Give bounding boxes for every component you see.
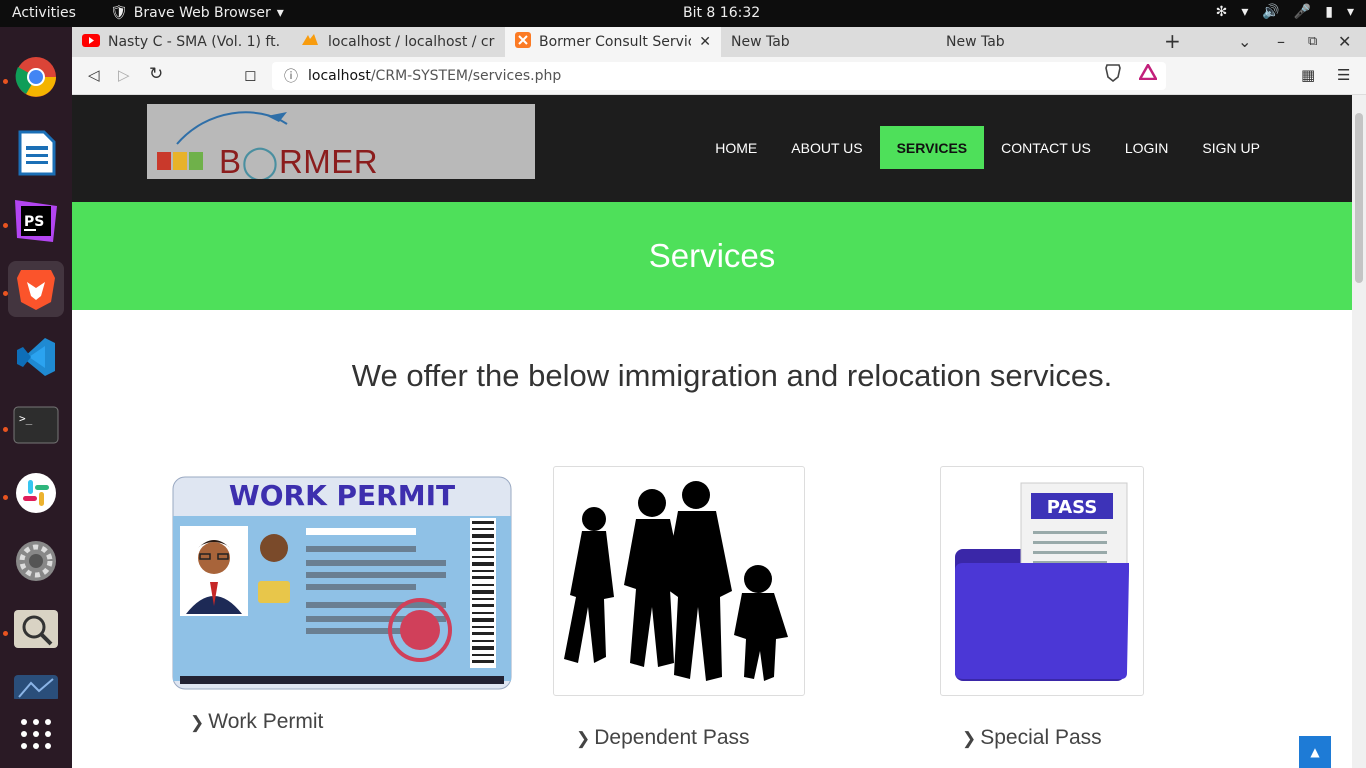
pass-image-text: PASS (1047, 497, 1098, 518)
phpmyadmin-icon (300, 33, 320, 51)
nav-login[interactable]: LOGIN (1108, 126, 1186, 169)
chevron-right-icon: ❯ (190, 713, 205, 732)
forward-arrow-icon[interactable]: ▷ (118, 66, 130, 84)
chevron-right-icon: ❯ (576, 729, 591, 748)
close-tab-icon[interactable]: ✕ (699, 34, 711, 50)
page-title: Services (648, 237, 776, 274)
battery-icon[interactable]: ▮ (1325, 4, 1333, 20)
maximize-window-icon[interactable]: ⧉ (1308, 34, 1317, 49)
card-label-work-permit[interactable]: ❯ Work Permit (190, 710, 323, 734)
reload-icon[interactable]: ↻ (149, 64, 163, 84)
clock[interactable]: Bit 8 16:32 (683, 5, 760, 21)
tab-title: Nasty C - SMA (Vol. 1) ft. Ro (108, 34, 280, 50)
url-host: localhost (308, 68, 371, 84)
system-top-bar: Activities 🛡 Brave Web Browser ▾ Bit 8 1… (0, 0, 1366, 27)
site-header: B◯RMER CONSULT HOME ABOUT US SERVICES CO… (72, 95, 1352, 202)
site-info-icon[interactable]: ⓘ (284, 66, 298, 86)
tab-phpmyadmin[interactable]: localhost / localhost / crm (290, 27, 505, 57)
tab-bormer-consult[interactable]: Bormer Consult Servic ✕ (505, 27, 721, 57)
scrollbar-thumb[interactable] (1355, 113, 1363, 283)
page-viewport: B◯RMER CONSULT HOME ABOUT US SERVICES CO… (72, 95, 1352, 768)
brave-shields-icon[interactable] (1105, 64, 1121, 86)
tab-strip: Nasty C - SMA (Vol. 1) ft. Ro localhost … (72, 27, 1366, 57)
card-label-dependent-pass[interactable]: ❯ Dependent Pass (576, 726, 750, 750)
work-permit-image[interactable]: WORK PERMIT (172, 476, 512, 691)
slack-tray-icon[interactable]: ✻ (1216, 4, 1228, 20)
dock: PS >_ (0, 27, 72, 768)
browser-toolbar: ◁ ▷ ↻ ◻ ⓘ localhost /CRM-SYSTEM/services… (72, 57, 1366, 95)
nav-sign-up[interactable]: SIGN UP (1185, 126, 1277, 169)
new-tab-plus-icon[interactable]: + (1164, 29, 1181, 53)
nav-home[interactable]: HOME (698, 126, 774, 169)
show-apps-icon[interactable] (8, 706, 64, 762)
nav-contact-us[interactable]: CONTACT US (984, 126, 1108, 169)
back-arrow-icon[interactable]: ◁ (88, 66, 100, 84)
address-bar[interactable]: ⓘ localhost /CRM-SYSTEM/services.php (272, 62, 1166, 90)
main-nav: HOME ABOUT US SERVICES CONTACT US LOGIN … (698, 126, 1277, 169)
wifi-icon[interactable]: ▾ (1241, 4, 1248, 20)
system-tray[interactable]: ✻ ▾ 🔊 🎤 ▮ ▾ (1216, 4, 1354, 20)
settings-icon[interactable] (8, 533, 64, 589)
tab-title: New Tab (946, 34, 1005, 50)
tab-title: New Tab (731, 34, 790, 50)
card-label-special-pass[interactable]: ❯ Special Pass (962, 726, 1102, 750)
tab-list-chevron-icon[interactable]: ⌄ (1238, 32, 1251, 51)
work-permit-image-text: WORK PERMIT (229, 479, 455, 512)
app-menu-label: Brave Web Browser (133, 5, 271, 21)
page-scrollbar[interactable] (1352, 95, 1366, 768)
browser-window: Nasty C - SMA (Vol. 1) ft. Ro localhost … (72, 27, 1366, 768)
phpstorm-icon[interactable]: PS (8, 193, 64, 249)
chevron-up-icon: ▲ (1310, 745, 1320, 759)
microphone-icon[interactable]: 🎤 (1294, 4, 1311, 20)
close-window-icon[interactable]: ✕ (1338, 32, 1351, 51)
scroll-to-top-button[interactable]: ▲ (1299, 736, 1331, 768)
tab-new-tab[interactable]: New Tab (721, 27, 936, 57)
url-path: /CRM-SYSTEM/services.php (370, 68, 562, 84)
youtube-icon (82, 33, 100, 51)
slack-icon[interactable] (8, 465, 64, 521)
caret-down-icon[interactable]: ▾ (1347, 4, 1354, 20)
dependent-pass-image[interactable] (553, 466, 805, 696)
chrome-icon[interactable] (8, 49, 64, 105)
special-pass-image[interactable]: PASS (940, 466, 1144, 696)
chevron-right-icon: ❯ (962, 729, 977, 748)
bookmark-icon[interactable]: ◻ (244, 66, 256, 84)
brave-icon[interactable] (8, 261, 64, 317)
tab-new-tab[interactable]: New Tab (936, 27, 1151, 57)
vscode-icon[interactable] (8, 329, 64, 385)
activities-button[interactable]: Activities (12, 5, 76, 21)
terminal-icon[interactable]: >_ (8, 397, 64, 453)
caret-down-icon: ▾ (276, 5, 284, 21)
wallet-icon[interactable]: ▦ (1301, 66, 1315, 84)
services-intro: We offer the below immigration and reloc… (351, 358, 1113, 393)
app-menu[interactable]: 🛡 Brave Web Browser ▾ (110, 5, 284, 21)
libreoffice-writer-icon[interactable] (8, 125, 64, 181)
svg-text:>_: >_ (19, 412, 33, 425)
svg-text:PS: PS (24, 214, 44, 230)
volume-icon[interactable]: 🔊 (1262, 4, 1279, 20)
tab-title: Bormer Consult Servic (539, 34, 692, 50)
brave-lion-icon: 🛡 (110, 5, 128, 21)
image-viewer-icon[interactable] (8, 601, 64, 657)
nav-about-us[interactable]: ABOUT US (774, 126, 879, 169)
menu-icon[interactable]: ☰ (1337, 66, 1350, 84)
nav-services[interactable]: SERVICES (879, 126, 985, 169)
minimize-window-icon[interactable]: – (1277, 32, 1285, 51)
page-banner: Services (72, 202, 1352, 310)
xampp-icon (515, 32, 531, 52)
brave-rewards-icon[interactable] (1137, 62, 1159, 84)
tab-title: localhost / localhost / crm (328, 34, 495, 50)
tab-youtube[interactable]: Nasty C - SMA (Vol. 1) ft. Ro (72, 27, 290, 57)
logo-text: B◯RMER CONSULT (219, 143, 379, 179)
site-logo[interactable]: B◯RMER CONSULT (147, 104, 535, 179)
app-icon[interactable] (8, 669, 64, 699)
